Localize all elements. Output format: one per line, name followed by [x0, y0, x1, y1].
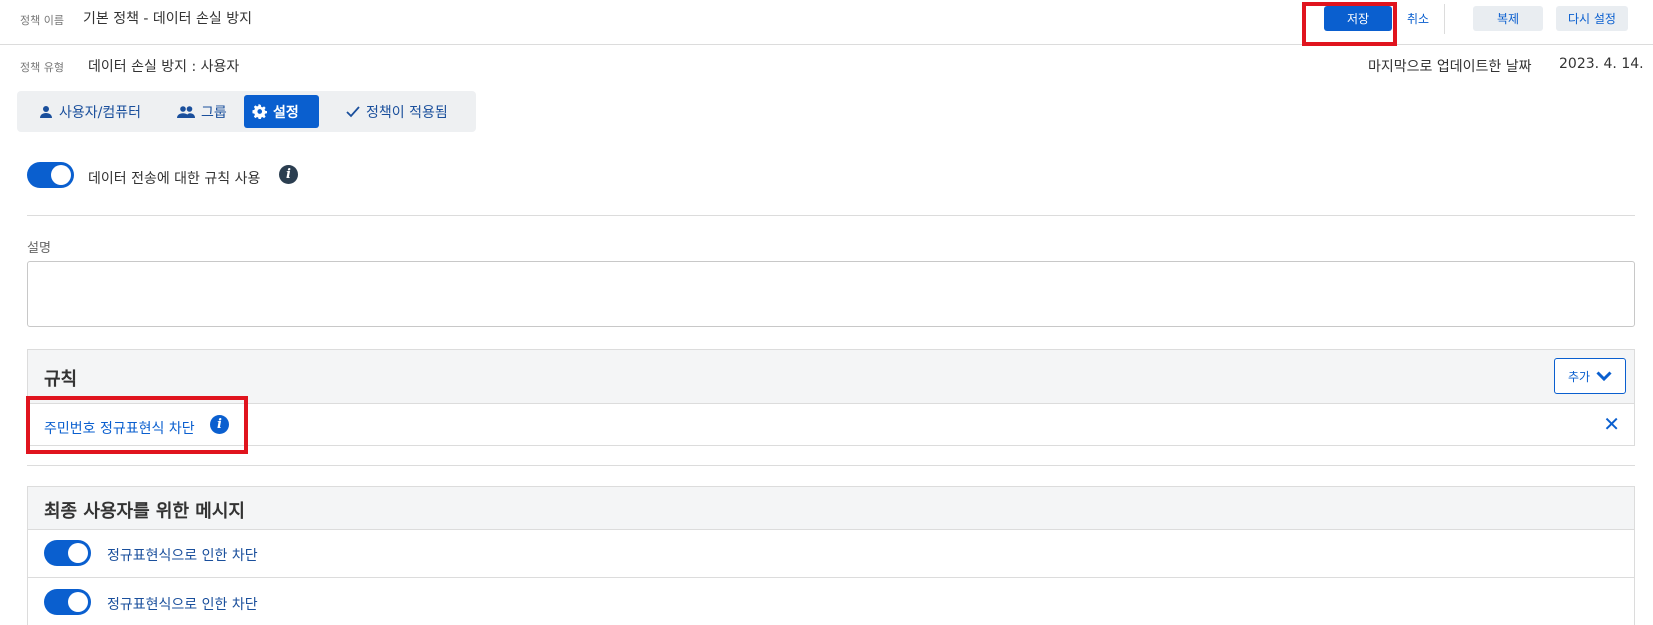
- message-label: 정규표현식으로 인한 차단: [107, 597, 258, 613]
- tab-users-computers[interactable]: 사용자/컴퓨터: [31, 95, 149, 128]
- messages-panel-header: 최종 사용자를 위한 메시지: [28, 487, 1634, 530]
- divider: [27, 465, 1635, 466]
- transfer-rules-label: 데이터 전송에 대한 규칙 사용: [88, 171, 261, 187]
- close-icon[interactable]: ✕: [1603, 412, 1620, 436]
- chevron-down-icon: [1596, 371, 1612, 381]
- last-updated-label: 마지막으로 업데이트한 날짜: [1368, 59, 1532, 75]
- gear-icon: [252, 104, 267, 119]
- cancel-button[interactable]: 취소: [1398, 6, 1438, 31]
- description-label: 설명: [27, 241, 51, 256]
- transfer-rules-toggle[interactable]: [27, 162, 74, 188]
- save-highlight-box: [1302, 2, 1397, 46]
- message-toggle[interactable]: [44, 540, 91, 566]
- divider: [1444, 4, 1445, 34]
- toggle-knob: [51, 165, 71, 185]
- message-toggle[interactable]: [44, 589, 91, 615]
- check-icon: [346, 105, 360, 117]
- tab-label: 정책이 적용됨: [366, 104, 448, 121]
- tab-policy-applied[interactable]: 정책이 적용됨: [338, 95, 456, 128]
- rule-highlight-box: [26, 396, 248, 454]
- tab-label: 그룹: [201, 104, 227, 121]
- add-label: 추가: [1567, 369, 1591, 384]
- messages-title: 최종 사용자를 위한 메시지: [44, 501, 245, 522]
- divider: [28, 577, 1634, 578]
- policy-name: 기본 정책 - 데이터 손실 방지: [83, 11, 252, 27]
- tab-groups[interactable]: 그룹: [169, 95, 235, 128]
- add-rule-button[interactable]: 추가: [1554, 358, 1626, 394]
- messages-panel: 최종 사용자를 위한 메시지 정규표현식으로 인한 차단 정규표현식으로 인한 …: [27, 486, 1635, 625]
- rules-panel-header: 규칙 추가: [28, 350, 1634, 404]
- reset-button[interactable]: 다시 설정: [1556, 6, 1628, 31]
- rules-title: 규칙: [44, 369, 78, 390]
- top-bar: 정책 이름 기본 정책 - 데이터 손실 방지 저장 취소 복제 다시 설정: [0, 0, 1653, 46]
- tab-bar: 사용자/컴퓨터 그룹 설정 정책이 적용됨: [17, 91, 476, 132]
- tab-label: 설정: [273, 104, 299, 121]
- message-label: 정규표현식으로 인한 차단: [107, 548, 258, 564]
- toggle-knob: [68, 592, 88, 612]
- tab-label: 사용자/컴퓨터: [59, 104, 141, 121]
- policy-name-label: 정책 이름: [20, 14, 64, 27]
- divider: [27, 215, 1635, 216]
- tab-settings[interactable]: 설정: [244, 95, 319, 128]
- toggle-knob: [68, 543, 88, 563]
- policy-type: 데이터 손실 방지 : 사용자: [88, 59, 240, 75]
- description-input[interactable]: [27, 261, 1635, 327]
- last-updated: 2023. 4. 14.: [1559, 56, 1644, 72]
- user-icon: [40, 105, 52, 118]
- info-icon[interactable]: i: [279, 165, 298, 184]
- policy-type-label: 정책 유형: [20, 61, 64, 74]
- duplicate-button[interactable]: 복제: [1473, 6, 1543, 31]
- rules-panel: 규칙 추가 주민번호 정규표현식 차단 i ✕: [27, 349, 1635, 446]
- group-icon: [177, 105, 195, 118]
